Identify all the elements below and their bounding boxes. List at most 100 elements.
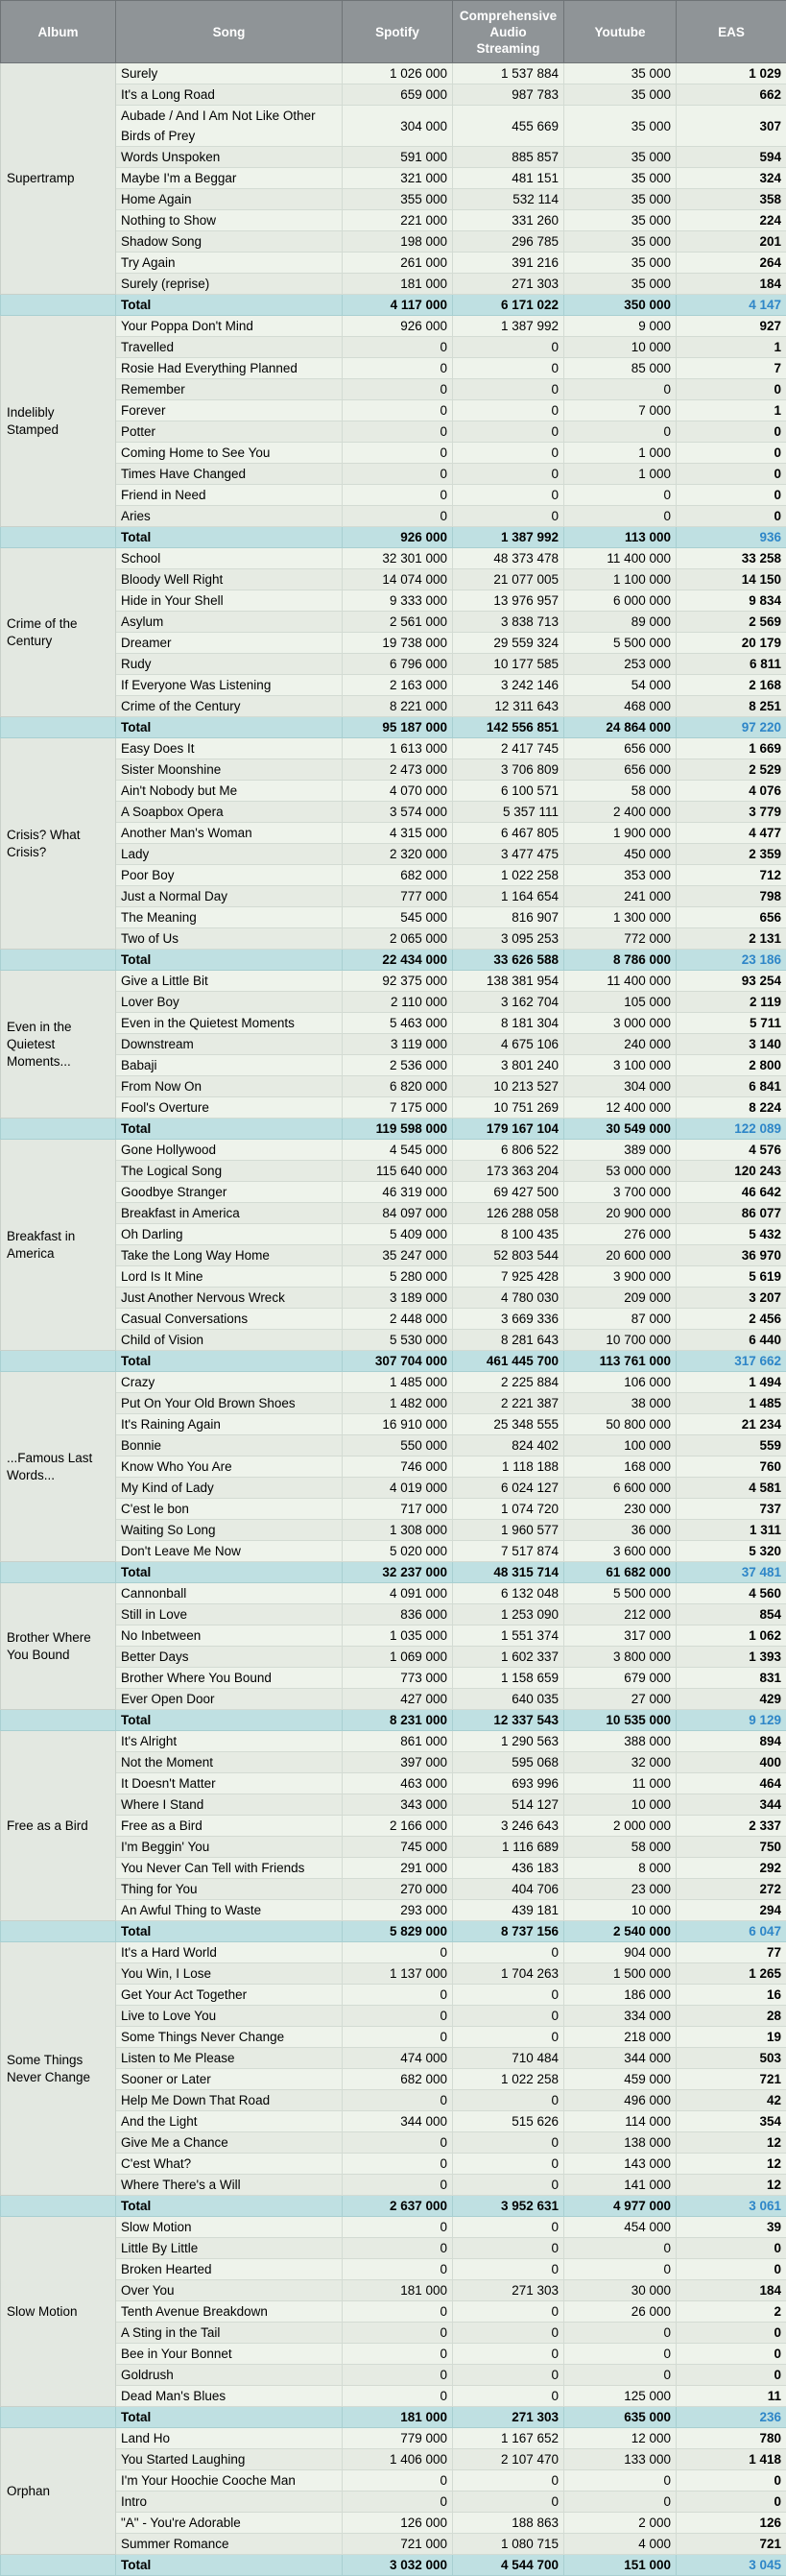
cas-value: 331 260 <box>453 210 564 231</box>
eas-value: 1 485 <box>677 1393 786 1414</box>
youtube-value: 353 000 <box>564 865 677 886</box>
spotify-value: 474 000 <box>343 2048 453 2069</box>
song-title: Shadow Song <box>116 231 343 253</box>
total-youtube: 2 540 000 <box>564 1921 677 1942</box>
youtube-value: 1 900 000 <box>564 823 677 844</box>
total-row: Total926 0001 387 992113 000936 <box>1 527 786 548</box>
song-title: Lord Is It Mine <box>116 1266 343 1288</box>
spotify-value: 4 091 000 <box>343 1583 453 1604</box>
song-title: "A" - You're Adorable <box>116 2513 343 2534</box>
song-title: C'est le bon <box>116 1499 343 1520</box>
eas-value: 9 834 <box>677 590 786 612</box>
total-blank <box>1 2407 116 2428</box>
table-row: Give Me a Chance00138 00012 <box>1 2132 786 2154</box>
cas-value: 10 177 585 <box>453 654 564 675</box>
youtube-value: 0 <box>564 2344 677 2365</box>
spotify-value: 0 <box>343 2365 453 2386</box>
eas-value: 1 062 <box>677 1625 786 1647</box>
cas-value: 8 100 435 <box>453 1224 564 1245</box>
song-title: Potter <box>116 421 343 443</box>
table-row: Still in Love836 0001 253 090212 000854 <box>1 1604 786 1625</box>
total-spotify: 22 434 000 <box>343 950 453 971</box>
total-cas: 3 952 631 <box>453 2196 564 2217</box>
total-cas: 461 445 700 <box>453 1351 564 1372</box>
cas-value: 3 838 713 <box>453 612 564 633</box>
youtube-value: 10 700 000 <box>564 1330 677 1351</box>
youtube-value: 35 000 <box>564 63 677 84</box>
table-row: Brother Where You BoundCannonball4 091 0… <box>1 1583 786 1604</box>
spotify-value: 92 375 000 <box>343 971 453 992</box>
table-row: Goldrush0000 <box>1 2365 786 2386</box>
total-row: Total307 704 000461 445 700113 761 00031… <box>1 1351 786 1372</box>
table-row: My Kind of Lady4 019 0006 024 1276 600 0… <box>1 1478 786 1499</box>
eas-value: 3 140 <box>677 1034 786 1055</box>
song-title: Forever <box>116 400 343 421</box>
spotify-value: 2 473 000 <box>343 759 453 781</box>
spotify-value: 5 409 000 <box>343 1224 453 1245</box>
song-title: You Win, I Lose <box>116 1963 343 1985</box>
spotify-value: 545 000 <box>343 907 453 928</box>
song-title: Words Unspoken <box>116 147 343 168</box>
song-title: Waiting So Long <box>116 1520 343 1541</box>
cas-value: 1 022 258 <box>453 2069 564 2090</box>
cas-value: 0 <box>453 400 564 421</box>
song-title: Goldrush <box>116 2365 343 2386</box>
spotify-value: 0 <box>343 2344 453 2365</box>
youtube-value: 10 000 <box>564 1900 677 1921</box>
eas-value: 324 <box>677 168 786 189</box>
song-title: Nothing to Show <box>116 210 343 231</box>
table-row: Surely (reprise)181 000271 30335 000184 <box>1 274 786 295</box>
song-title: Crazy <box>116 1372 343 1393</box>
cas-value: 3 801 240 <box>453 1055 564 1076</box>
eas-value: 594 <box>677 147 786 168</box>
eas-value: 2 569 <box>677 612 786 633</box>
youtube-value: 85 000 <box>564 358 677 379</box>
spotify-value: 7 175 000 <box>343 1097 453 1119</box>
eas-value: 721 <box>677 2069 786 2090</box>
song-title: It's a Hard World <box>116 1942 343 1963</box>
table-row: Get Your Act Together00186 00016 <box>1 1985 786 2006</box>
total-spotify: 181 000 <box>343 2407 453 2428</box>
youtube-value: 0 <box>564 2259 677 2280</box>
song-title: Lady <box>116 844 343 865</box>
table-row: You Win, I Lose1 137 0001 704 2631 500 0… <box>1 1963 786 1985</box>
total-blank <box>1 1119 116 1140</box>
eas-value: 2 456 <box>677 1309 786 1330</box>
header-album: Album <box>1 1 116 63</box>
youtube-value: 35 000 <box>564 147 677 168</box>
youtube-value: 10 000 <box>564 337 677 358</box>
total-eas: 317 662 <box>677 1351 786 1372</box>
total-label: Total <box>116 1562 343 1583</box>
eas-value: 184 <box>677 274 786 295</box>
eas-value: 798 <box>677 886 786 907</box>
total-cas: 1 387 992 <box>453 527 564 548</box>
total-eas: 122 089 <box>677 1119 786 1140</box>
table-row: Nothing to Show221 000331 26035 000224 <box>1 210 786 231</box>
eas-value: 737 <box>677 1499 786 1520</box>
cas-value: 0 <box>453 421 564 443</box>
total-youtube: 24 864 000 <box>564 717 677 738</box>
table-row: Where I Stand343 000514 12710 000344 <box>1 1794 786 1816</box>
total-cas: 6 171 022 <box>453 295 564 316</box>
spotify-value: 293 000 <box>343 1900 453 1921</box>
song-title: A Soapbox Opera <box>116 802 343 823</box>
song-title: Some Things Never Change <box>116 2027 343 2048</box>
table-row: From Now On6 820 00010 213 527304 0006 8… <box>1 1076 786 1097</box>
total-eas: 23 186 <box>677 950 786 971</box>
cas-value: 3 095 253 <box>453 928 564 950</box>
song-title: Ain't Nobody but Me <box>116 781 343 802</box>
spotify-value: 344 000 <box>343 2111 453 2132</box>
table-row: Even in the Quietest Moments5 463 0008 1… <box>1 1013 786 1034</box>
spotify-value: 291 000 <box>343 1858 453 1879</box>
spotify-value: 0 <box>343 1985 453 2006</box>
table-row: The Meaning545 000816 9071 300 000656 <box>1 907 786 928</box>
spotify-value: 0 <box>343 485 453 506</box>
spotify-value: 2 163 000 <box>343 675 453 696</box>
cas-value: 0 <box>453 2090 564 2111</box>
total-eas: 37 481 <box>677 1562 786 1583</box>
song-title: Crime of the Century <box>116 696 343 717</box>
spotify-value: 343 000 <box>343 1794 453 1816</box>
youtube-value: 0 <box>564 2365 677 2386</box>
header-youtube: Youtube <box>564 1 677 63</box>
eas-value: 0 <box>677 2365 786 2386</box>
